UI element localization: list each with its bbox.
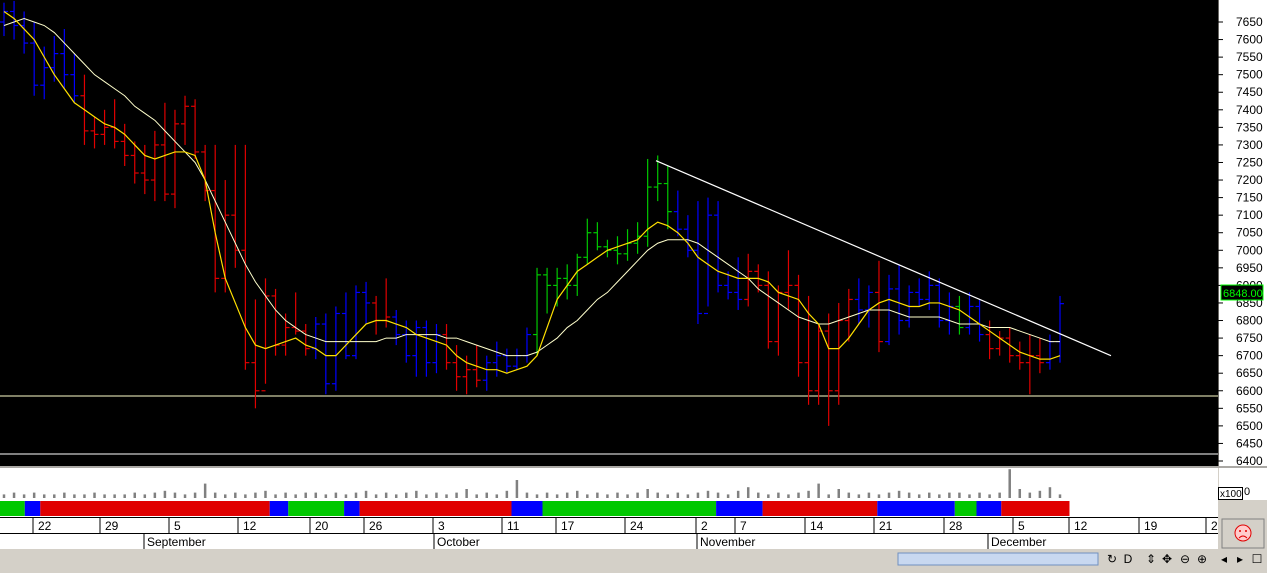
day-label-12: 14 [810,519,824,533]
scroll-left-icon[interactable]: ◂ [1216,550,1232,568]
signal-band-13 [976,501,1002,516]
signal-band-8 [542,501,717,516]
month-label-0: September [147,535,206,549]
zoom-in-icon[interactable]: ⊕ [1194,550,1210,568]
y-tick-label-14: 7100 [1236,208,1263,222]
volume-panel-bg [0,468,1218,500]
sad-face-eye-left [1239,530,1241,532]
y-tick-label-16: 7200 [1236,173,1263,187]
day-label-4: 20 [315,519,329,533]
y-tick-label-2: 6500 [1236,419,1263,433]
day-label-8: 17 [561,519,575,533]
sad-face-icon [1234,524,1252,542]
day-label-14: 28 [949,519,963,533]
signal-band-0 [0,501,25,516]
day-label-17: 19 [1144,519,1158,533]
day-label-16: 12 [1074,519,1088,533]
signal-band-9 [716,501,763,516]
day-label-18: 2 [1211,519,1218,533]
day-label-9: 24 [630,519,644,533]
signal-band-14 [1001,501,1070,516]
price-chart: 6400645065006550660066506700675068006850… [0,0,1267,568]
y-tick-label-17: 7250 [1236,155,1263,169]
current-price-label: 6848.00 [1223,288,1263,300]
day-label-0: 22 [38,519,52,533]
day-label-1: 29 [105,519,119,533]
y-tick-label-1: 6450 [1236,436,1263,450]
y-tick-label-21: 7450 [1236,85,1263,99]
y-tick-label-12: 7000 [1236,243,1263,257]
sad-face-eye-right [1245,530,1247,532]
day-label-2: 5 [174,519,181,533]
y-tick-label-22: 7500 [1236,68,1263,82]
y-tick-label-3: 6550 [1236,401,1263,415]
signal-band-1 [24,501,41,516]
y-tick-label-19: 7350 [1236,120,1263,134]
volume-scale-label: x100 [1220,489,1242,500]
day-label-11: 7 [740,519,747,533]
day-label-3: 12 [243,519,257,533]
y-tick-label-11: 6950 [1236,261,1263,275]
day-label-5: 26 [369,519,383,533]
y-tick-label-7: 6750 [1236,331,1263,345]
y-tick-label-15: 7150 [1236,191,1263,205]
day-label-6: 3 [438,519,445,533]
scrollbar-thumb[interactable] [897,552,1099,566]
horizontal-resize-icon[interactable]: ✥ [1159,550,1175,568]
y-tick-label-18: 7300 [1236,138,1263,152]
day-label-13: 21 [879,519,893,533]
signal-band-11 [877,501,955,516]
day-label-7: 11 [507,519,520,533]
y-tick-label-23: 7550 [1236,50,1263,64]
day-label-15: 5 [1018,519,1025,533]
signal-band-12 [954,501,977,516]
signal-band-10 [762,501,878,516]
signal-band-3 [269,501,289,516]
y-tick-label-0: 6400 [1236,454,1263,468]
signal-strip [0,501,1070,516]
signal-band-5 [344,501,360,516]
zoom-out-icon[interactable]: ⊖ [1177,550,1193,568]
vertical-resize-icon[interactable]: ⇕ [1143,550,1159,568]
period-d-icon[interactable]: D [1120,550,1136,568]
day-label-10: 2 [701,519,708,533]
y-tick-label-25: 7650 [1236,15,1263,29]
y-tick-label-5: 6650 [1236,366,1263,380]
maximize-icon[interactable]: ☐ [1249,550,1265,568]
signal-band-6 [359,501,512,516]
y-tick-label-24: 7600 [1236,33,1263,47]
y-tick-label-8: 6800 [1236,314,1263,328]
y-tick-label-20: 7400 [1236,103,1263,117]
y-tick-label-13: 7050 [1236,226,1263,240]
signal-band-2 [40,501,270,516]
signal-band-7 [511,501,543,516]
volume-tick: 0 [1244,486,1250,498]
month-label-2: November [700,535,755,549]
y-tick-label-4: 6600 [1236,384,1263,398]
refresh-icon[interactable]: ↻ [1104,550,1120,568]
month-label-3: December [991,535,1046,549]
y-tick-label-6: 6700 [1236,349,1263,363]
scroll-right-icon[interactable]: ▸ [1232,550,1248,568]
signal-band-4 [288,501,345,516]
month-label-1: October [437,535,480,549]
